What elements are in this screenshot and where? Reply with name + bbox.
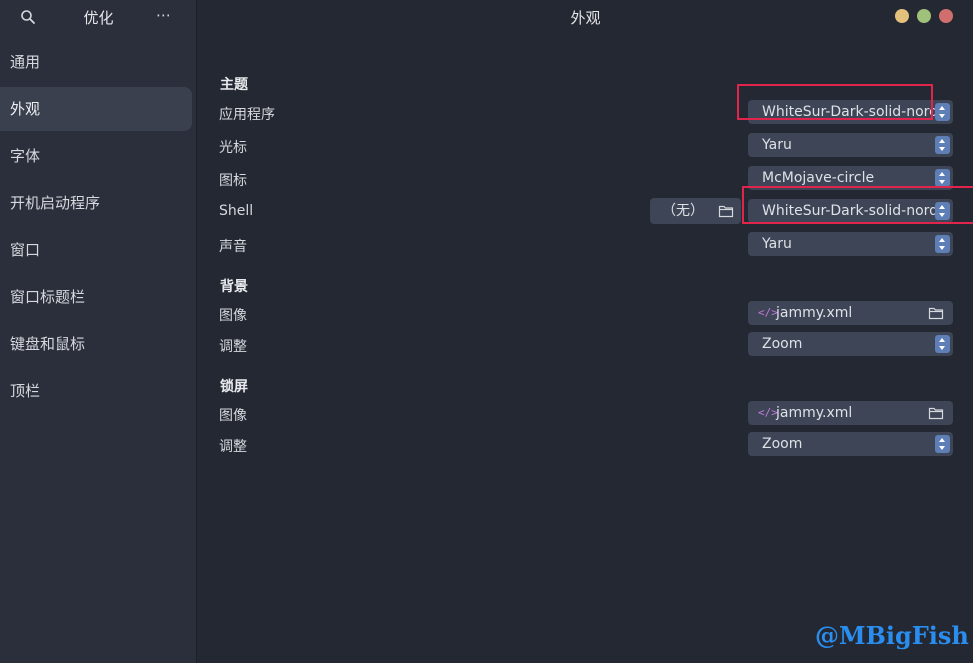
sidebar-item-windows[interactable]: 窗口: [0, 228, 192, 272]
sidebar-item-keyboard-mouse[interactable]: 键盘和鼠标: [0, 322, 192, 366]
lockscreen-image-chooser[interactable]: </> jammy.xml: [748, 401, 953, 425]
shell-file-none-label: （无）: [662, 203, 704, 219]
sidebar-item-fonts[interactable]: 字体: [0, 134, 192, 178]
highlight-box: [742, 186, 973, 224]
application-label: 应用程序: [219, 107, 275, 123]
shell-file-chooser-button[interactable]: （无）: [650, 198, 741, 224]
sidebar-header: 优化 ⋯: [0, 0, 197, 34]
sidebar-item-startup-apps[interactable]: 开机启动程序: [0, 181, 192, 225]
page-title: 外观: [570, 9, 601, 27]
dropdown-arrows-icon: [935, 169, 950, 187]
background-heading: 背景: [220, 279, 248, 295]
lockscreen-adjust-label: 调整: [219, 439, 247, 455]
sidebar-item-appearance[interactable]: 外观: [0, 87, 192, 131]
folder-icon: [718, 205, 734, 218]
minimize-button[interactable]: [895, 9, 909, 23]
dropdown-arrows-icon: [935, 335, 950, 353]
sidebar-item-general[interactable]: 通用: [0, 40, 192, 84]
lockscreen-image-label: 图像: [219, 408, 247, 424]
folder-icon: [928, 307, 944, 320]
dropdown-arrows-icon: [935, 103, 950, 121]
icon-theme-value: McMojave-circle: [762, 170, 875, 186]
themes-heading: 主题: [220, 77, 248, 93]
xml-file-icon: </>: [758, 306, 778, 319]
background-adjust-dropdown[interactable]: Zoom: [748, 332, 953, 356]
background-image-label: 图像: [219, 308, 247, 324]
background-image-chooser[interactable]: </> jammy.xml: [748, 301, 953, 325]
lockscreen-adjust-value: Zoom: [762, 436, 803, 452]
watermark: @MBigFish: [815, 621, 969, 650]
maximize-button[interactable]: [917, 9, 931, 23]
appearance-panel: 主题 应用程序 WhiteSur-Dark-solid-nord 光标 Yaru…: [198, 34, 973, 663]
icons-label: 图标: [219, 173, 247, 189]
dropdown-arrows-icon: [935, 235, 950, 253]
sidebar-item-top-bar[interactable]: 顶栏: [0, 369, 192, 413]
sidebar-item-window-titlebars[interactable]: 窗口标题栏: [0, 275, 192, 319]
cursor-theme-dropdown[interactable]: Yaru: [748, 133, 953, 157]
dropdown-arrows-icon: [935, 136, 950, 154]
background-adjust-value: Zoom: [762, 336, 803, 352]
cursor-label: 光标: [219, 140, 247, 156]
sound-theme-value: Yaru: [762, 236, 792, 252]
sidebar: 优化 ⋯ 通用 外观 字体 开机启动程序 窗口 窗口标题栏 键盘和鼠标 顶栏: [0, 0, 197, 663]
lockscreen-image-filename: jammy.xml: [776, 405, 853, 421]
folder-icon: [928, 407, 944, 420]
sound-theme-dropdown[interactable]: Yaru: [748, 232, 953, 256]
lockscreen-adjust-dropdown[interactable]: Zoom: [748, 432, 953, 456]
lockscreen-heading: 锁屏: [220, 379, 248, 395]
background-adjust-label: 调整: [219, 339, 247, 355]
highlight-box: [737, 84, 933, 120]
xml-file-icon: </>: [758, 406, 778, 419]
close-button[interactable]: [939, 9, 953, 23]
dropdown-arrows-icon: [935, 435, 950, 453]
header-bar: 外观: [198, 0, 973, 34]
shell-label: Shell: [219, 203, 254, 219]
background-image-filename: jammy.xml: [776, 305, 853, 321]
sidebar-list: 通用 外观 字体 开机启动程序 窗口 窗口标题栏 键盘和鼠标 顶栏: [0, 40, 197, 416]
cursor-theme-value: Yaru: [762, 137, 792, 153]
sound-label: 声音: [219, 239, 247, 255]
more-menu-icon[interactable]: ⋯: [156, 6, 172, 24]
